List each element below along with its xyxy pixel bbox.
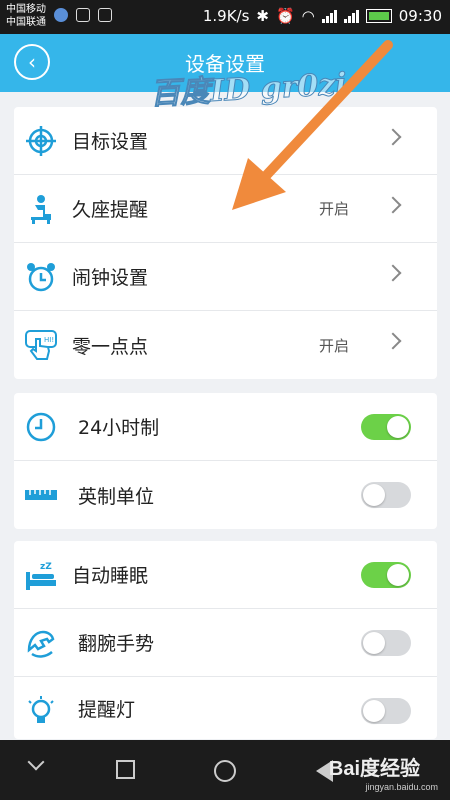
toggle-24-hour[interactable] (361, 414, 411, 440)
wifi-icon: ◠ (301, 7, 315, 25)
status-right: 1.9K/s ✱ ⏰ ◠ 09:30 (203, 7, 442, 25)
toggle-knob (387, 564, 409, 586)
signal-2-icon (343, 9, 359, 23)
alarm-status-icon: ⏰ (275, 7, 295, 25)
recents-button[interactable] (116, 760, 135, 779)
row-label: 英制单位 (78, 485, 155, 508)
row-auto-sleep: zZ 自动睡眠 (14, 541, 437, 609)
baidu-logo: Bai度经验 (328, 758, 420, 780)
row-zero-point[interactable]: HI! 零一点点 开启 (14, 311, 437, 379)
lock-notification-icon (98, 8, 112, 22)
toggle-knob (363, 484, 385, 506)
row-reminder-light: 提醒灯 (14, 677, 437, 739)
bluetooth-icon: ✱ (256, 7, 269, 25)
settings-group-3: zZ 自动睡眠 翻腕手势 提醒灯 (14, 541, 437, 739)
toggle-knob (387, 416, 409, 438)
toggle-knob (363, 700, 385, 722)
toggle-auto-sleep[interactable] (361, 562, 411, 588)
image-notification-icon (76, 8, 90, 22)
row-label: 目标设置 (72, 131, 149, 153)
sitting-person-icon (24, 192, 58, 226)
settings-group-2: 24小时制 英制单位 (14, 393, 437, 529)
carrier-2: 中国联通 (6, 17, 46, 28)
chevron-right-icon (384, 128, 402, 146)
row-target-settings[interactable]: 目标设置 (14, 107, 437, 175)
system-nav-bar: Bai度经验 jingyan.baidu.com (0, 740, 450, 800)
row-alarm-settings[interactable]: 闹钟设置 (14, 243, 437, 311)
row-label: 零一点点 (72, 335, 149, 358)
touch-hi-icon: HI! (24, 328, 58, 362)
row-label: 翻腕手势 (78, 633, 155, 655)
sleep-bed-icon: zZ (24, 558, 58, 592)
notification-icons (54, 8, 112, 22)
carrier-1: 中国移动 (6, 4, 46, 15)
status-bar: 中国移动 中国联通 1.9K/s ✱ ⏰ ◠ 09:30 (0, 0, 450, 34)
svg-text:zZ: zZ (40, 562, 52, 572)
toggle-reminder-light[interactable] (361, 698, 411, 724)
row-value: 开启 (318, 200, 349, 218)
chevron-right-icon (384, 196, 402, 214)
row-label: 闹钟设置 (72, 267, 149, 289)
toggle-wrist-gesture[interactable] (361, 630, 411, 656)
chevron-down-icon[interactable] (27, 753, 45, 771)
row-label: 自动睡眠 (72, 565, 149, 587)
row-sitting-reminder[interactable]: 久座提醒 开启 (14, 175, 437, 243)
light-bulb-icon (24, 694, 58, 728)
carrier-labels: 中国移动 中国联通 (6, 3, 46, 29)
watermark: 百度ID gr0zi (149, 66, 348, 113)
app-notification-icon (54, 8, 68, 22)
wrist-flip-icon (24, 626, 58, 660)
baidu-url: jingyan.baidu.com (365, 782, 438, 792)
row-imperial-units: 英制单位 (14, 461, 437, 529)
network-speed: 1.9K/s (202, 7, 250, 25)
ruler-icon (24, 478, 58, 512)
row-value: 开启 (318, 336, 349, 355)
alarm-clock-icon (24, 260, 58, 294)
svg-text:HI!: HI! (44, 336, 54, 344)
toggle-imperial-units[interactable] (361, 482, 411, 508)
chevron-right-icon (384, 264, 402, 282)
clock-time: 09:30 (398, 7, 442, 25)
row-24-hour: 24小时制 (14, 393, 437, 461)
clock-icon (24, 410, 58, 444)
home-button[interactable] (214, 760, 236, 782)
toggle-knob (363, 632, 385, 654)
target-icon (24, 124, 58, 158)
row-wrist-gesture: 翻腕手势 (14, 609, 437, 677)
signal-1-icon (321, 9, 337, 23)
chevron-right-icon (384, 332, 402, 350)
battery-icon (365, 9, 392, 23)
row-label: 提醒灯 (78, 698, 136, 721)
row-label: 24小时制 (78, 417, 160, 439)
row-label: 久座提醒 (72, 199, 149, 221)
title-bar: ‹ 设备设置 百度ID gr0zi (0, 34, 450, 113)
settings-group-1: 目标设置 久座提醒 开启 闹钟设置 HI! 零一点点 开启 (14, 107, 437, 379)
